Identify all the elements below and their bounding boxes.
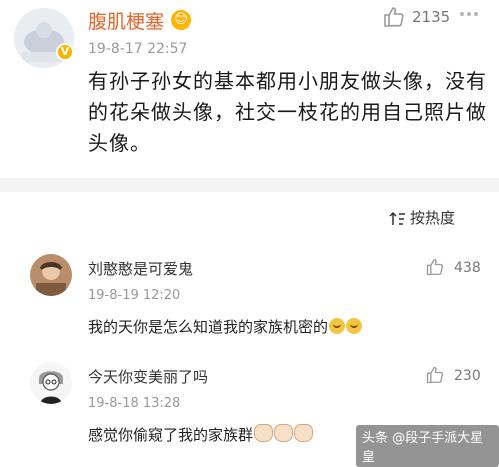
more-dots-icon[interactable] [459,2,479,22]
comment-text: 感觉你偷窥了我的家族群 [88,424,314,445]
comment-author-name[interactable]: 今天你变美丽了吗 [88,366,208,387]
comment-like-count: 230 [454,368,481,384]
comment-text-body: 我的天你是怎么知道我的家族机密的 [88,318,329,336]
sort-by-heat-button[interactable]: 按热度 [410,207,455,228]
cat-emoji-icon [294,424,314,442]
sort-arrows-icon[interactable] [388,210,406,228]
comment-text: 我的天你是怎么知道我的家族机密的 [88,316,363,337]
cat-emoji-icon [274,424,294,442]
thumbs-up-icon[interactable] [425,365,445,385]
cat-emoji-icon [254,424,274,442]
user-emoji-icon: 😊 [171,10,191,30]
wink-emoji-icon [346,318,363,334]
thumbs-up-icon[interactable] [425,257,445,277]
post-text: 有孙子孙女的基本都用小朋友做头像，没有的花朵做头像，社交一枝花的用自己照片做头像… [88,69,487,155]
watermark: 头条 @段子手派大星皇 [356,425,499,467]
section-divider [0,178,499,192]
comment-author-name[interactable]: 刘憨憨是可爱鬼 [88,258,193,279]
comment-avatar[interactable] [30,362,72,404]
comment-timestamp: 19-8-19 12:20 [88,288,181,303]
post-author-name[interactable]: 腹肌梗塞 [88,10,164,34]
comment-timestamp: 19-8-18 13:28 [88,396,181,411]
verified-badge-icon: V [56,43,74,61]
post-timestamp: 19-8-17 22:57 [88,41,188,57]
wink-emoji-icon [329,318,346,334]
comment-like-count: 438 [454,260,481,276]
post-like-count: 2135 [412,8,451,26]
comment-avatar[interactable] [30,254,72,296]
comment-text-body: 感觉你偷窥了我的家族群 [88,426,254,444]
thumbs-up-icon[interactable] [382,5,406,29]
